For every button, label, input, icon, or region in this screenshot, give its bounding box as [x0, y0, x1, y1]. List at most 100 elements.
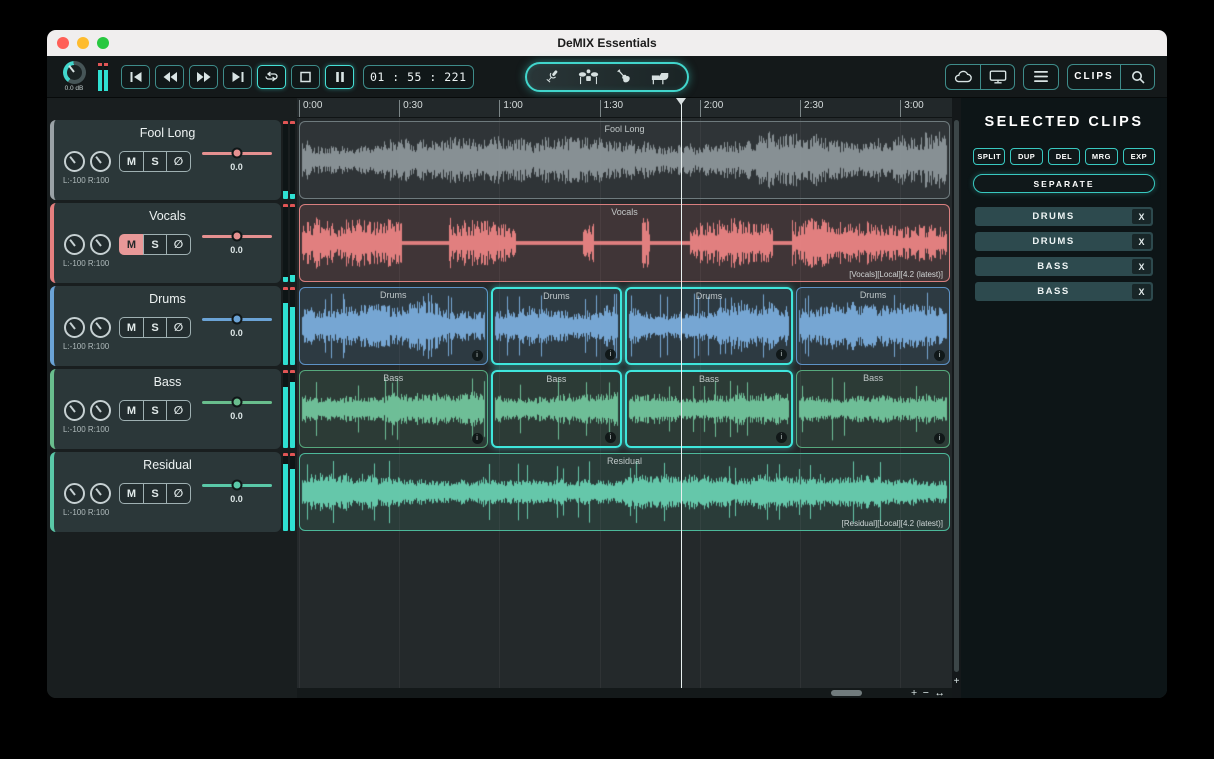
hscroll-track[interactable] — [297, 688, 904, 698]
menu-button[interactable] — [1024, 65, 1058, 89]
mute-button[interactable]: M — [119, 483, 144, 504]
audio-clip[interactable]: Fool Long — [299, 121, 950, 199]
solo-button[interactable]: S — [143, 483, 168, 504]
time-display[interactable]: 01 : 55 : 221 — [363, 65, 474, 89]
drums-icon[interactable] — [577, 67, 600, 86]
volume-slider[interactable] — [202, 484, 272, 487]
audio-clip[interactable]: Drums i — [625, 287, 793, 365]
pan-knob[interactable] — [90, 151, 111, 172]
volume-slider-thumb[interactable] — [231, 314, 242, 325]
phase-button[interactable]: ∅ — [166, 400, 191, 421]
gain-knob[interactable] — [64, 483, 85, 504]
audio-clip[interactable]: Bass i — [625, 370, 793, 448]
pause-button[interactable] — [325, 65, 354, 89]
volume-slider[interactable] — [202, 152, 272, 155]
clip-info-badge[interactable]: i — [605, 432, 616, 443]
volume-slider-thumb[interactable] — [231, 231, 242, 242]
loop-button[interactable] — [257, 65, 286, 89]
mute-button[interactable]: M — [119, 317, 144, 338]
clip-action-split-button[interactable]: SPLIT — [973, 148, 1005, 165]
timeline-ruler[interactable]: 0:000:301:001:302:002:303:00 — [297, 98, 952, 118]
close-window-button[interactable] — [57, 37, 69, 49]
fast-forward-button[interactable] — [189, 65, 218, 89]
separate-button[interactable]: SEPARATE — [973, 174, 1155, 193]
clip-action-dup-button[interactable]: DUP — [1010, 148, 1042, 165]
track-header-panel[interactable]: Fool Long M S ∅ 0.0 L:-100 R:100 — [50, 120, 281, 200]
audio-clip[interactable]: Drums i — [491, 287, 622, 365]
mute-button[interactable]: M — [119, 234, 144, 255]
remove-clip-button[interactable]: X — [1132, 259, 1151, 274]
audio-clip[interactable]: Bass i — [491, 370, 622, 448]
hscroll-thumb[interactable] — [831, 690, 861, 696]
volume-slider-thumb[interactable] — [231, 148, 242, 159]
gain-knob[interactable] — [64, 317, 85, 338]
track-header-panel[interactable]: Vocals M S ∅ 0.0 L:-100 R:100 — [50, 203, 281, 283]
skip-start-button[interactable] — [121, 65, 150, 89]
track-header-panel[interactable]: Residual M S ∅ 0.0 L:-100 R:100 — [50, 452, 281, 532]
remove-clip-button[interactable]: X — [1132, 209, 1151, 224]
vscroll-thumb[interactable] — [954, 120, 959, 672]
volume-slider[interactable] — [202, 318, 272, 321]
gain-knob[interactable] — [64, 234, 85, 255]
clip-info-badge[interactable]: i — [776, 349, 787, 360]
fullscreen-window-button[interactable] — [97, 37, 109, 49]
rewind-button[interactable] — [155, 65, 184, 89]
cloud-button[interactable] — [946, 65, 980, 89]
clip-action-exp-button[interactable]: EXP — [1123, 148, 1155, 165]
clip-info-badge[interactable]: i — [472, 433, 483, 444]
remove-clip-button[interactable]: X — [1132, 284, 1151, 299]
master-gain-knob[interactable] — [63, 61, 86, 84]
volume-slider-thumb[interactable] — [231, 397, 242, 408]
track-header-panel[interactable]: Bass M S ∅ 0.0 L:-100 R:100 — [50, 369, 281, 449]
gain-knob[interactable] — [64, 151, 85, 172]
phase-button[interactable]: ∅ — [166, 234, 191, 255]
search-button[interactable] — [1120, 65, 1154, 89]
zoom-out-button[interactable]: − — [923, 688, 929, 698]
display-button[interactable] — [980, 65, 1014, 89]
audio-clip[interactable]: Drums i — [796, 287, 950, 365]
skip-end-button[interactable] — [223, 65, 252, 89]
clip-info-badge[interactable]: i — [472, 350, 483, 361]
solo-button[interactable]: S — [143, 317, 168, 338]
clip-info-badge[interactable]: i — [934, 433, 945, 444]
selected-clip-item[interactable]: DRUMSX — [975, 232, 1153, 251]
solo-button[interactable]: S — [143, 151, 168, 172]
solo-button[interactable]: S — [143, 234, 168, 255]
selected-clip-item[interactable]: DRUMSX — [975, 207, 1153, 226]
clip-info-badge[interactable]: i — [776, 432, 787, 443]
minimize-window-button[interactable] — [77, 37, 89, 49]
guitar-icon[interactable] — [614, 67, 634, 86]
remove-clip-button[interactable]: X — [1132, 234, 1151, 249]
mute-button[interactable]: M — [119, 151, 144, 172]
volume-slider[interactable] — [202, 401, 272, 404]
clip-info-badge[interactable]: i — [934, 350, 945, 361]
audio-clip[interactable]: Bass i — [796, 370, 950, 448]
phase-button[interactable]: ∅ — [166, 317, 191, 338]
pan-knob[interactable] — [90, 234, 111, 255]
audio-clip[interactable]: Drums i — [299, 287, 488, 365]
vertical-zoom-in-button[interactable]: + — [952, 676, 961, 687]
audio-clip[interactable]: Vocals [Vocals][Local][4.2 (latest)] — [299, 204, 950, 282]
clip-action-del-button[interactable]: DEL — [1048, 148, 1080, 165]
zoom-fit-button[interactable]: ↔ — [935, 688, 946, 698]
pan-knob[interactable] — [90, 483, 111, 504]
selected-clip-item[interactable]: BASSX — [975, 282, 1153, 301]
clip-action-mrg-button[interactable]: MRG — [1085, 148, 1117, 165]
solo-button[interactable]: S — [143, 400, 168, 421]
selected-clip-item[interactable]: BASSX — [975, 257, 1153, 276]
audio-clip[interactable]: Residual [Residual][Local][4.2 (latest)] — [299, 453, 950, 531]
pan-knob[interactable] — [90, 400, 111, 421]
zoom-in-button[interactable]: + — [911, 688, 917, 698]
piano-icon[interactable] — [649, 67, 672, 86]
vocals-mic-icon[interactable] — [542, 67, 562, 86]
clips-button[interactable]: CLIPS — [1068, 65, 1120, 89]
phase-button[interactable]: ∅ — [166, 483, 191, 504]
clip-info-badge[interactable]: i — [605, 349, 616, 360]
pan-knob[interactable] — [90, 317, 111, 338]
audio-clip[interactable]: Bass i — [299, 370, 488, 448]
timeline-body[interactable]: Fool Long Vocals [Vocals][Local][4.2 (la… — [297, 118, 952, 698]
mute-button[interactable]: M — [119, 400, 144, 421]
volume-slider-thumb[interactable] — [231, 480, 242, 491]
track-header-panel[interactable]: Drums M S ∅ 0.0 L:-100 R:100 — [50, 286, 281, 366]
volume-slider[interactable] — [202, 235, 272, 238]
